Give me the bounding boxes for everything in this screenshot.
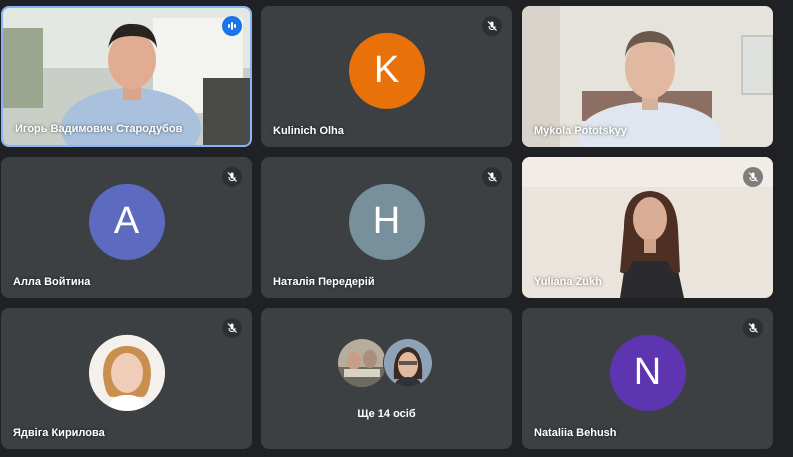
more-participants-tile[interactable]: Ще 14 осіб — [261, 308, 512, 449]
avatar: K — [348, 32, 425, 109]
mic-off-icon — [482, 16, 502, 36]
more-participants-label: Ще 14 осіб — [357, 408, 416, 420]
participant-name: Mykola Pototskyy — [534, 125, 627, 137]
participant-tile-pototskyy[interactable]: Mykola Pototskyy — [522, 6, 773, 147]
participant-tile-voitina[interactable]: A Алла Войтина — [1, 157, 252, 298]
participant-tile-starodubov[interactable]: Игорь Вадимович Стародубов — [1, 6, 252, 147]
grouped-avatars — [336, 338, 437, 388]
participant-name: Yuliana Zukh — [534, 276, 602, 288]
participant-name: Ядвіга Кирилова — [13, 427, 105, 439]
mic-off-icon — [743, 167, 763, 187]
participant-name: Nataliia Behush — [534, 427, 617, 439]
avatar — [88, 334, 165, 411]
avatar: H — [348, 183, 425, 260]
avatar: A — [88, 183, 165, 260]
participant-tile-kulinich[interactable]: K Kulinich Olha — [261, 6, 512, 147]
participant-tile-perederii[interactable]: H Наталія Передерій — [261, 157, 512, 298]
mic-off-icon — [743, 318, 763, 338]
avatar — [336, 338, 387, 388]
participant-name: Игорь Вадимович Стародубов — [15, 123, 183, 135]
participant-tile-behush[interactable]: N Nataliia Behush — [522, 308, 773, 449]
participant-tile-zukh[interactable]: Yuliana Zukh — [522, 157, 773, 298]
participant-name: Наталія Передерій — [273, 276, 375, 288]
avatar: N — [609, 334, 686, 411]
mic-off-icon — [222, 318, 242, 338]
mic-off-icon — [222, 167, 242, 187]
mic-off-icon — [482, 167, 502, 187]
audio-level-icon — [222, 16, 242, 36]
participant-tile-kyrylova[interactable]: Ядвіга Кирилова — [1, 308, 252, 449]
participant-name: Kulinich Olha — [273, 125, 344, 137]
participant-name: Алла Войтина — [13, 276, 91, 288]
avatar — [382, 338, 433, 388]
